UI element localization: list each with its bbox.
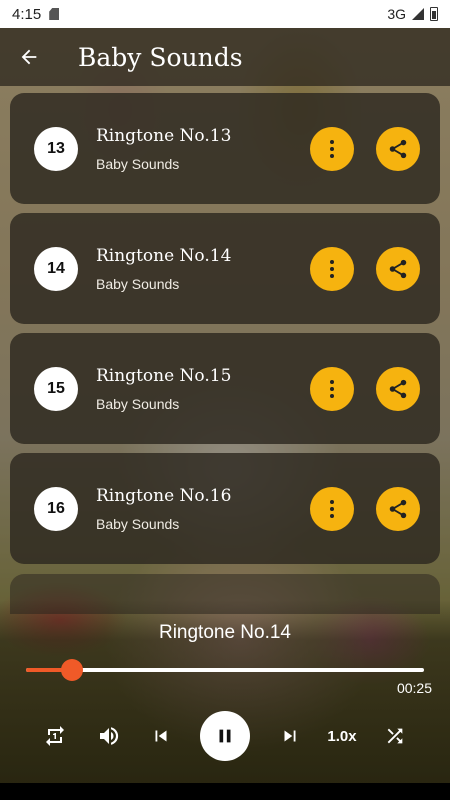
list-item[interactable]: 15 Ringtone No.15 Baby Sounds (10, 333, 440, 444)
page-title: Baby Sounds (78, 42, 243, 72)
list-item[interactable]: 13 Ringtone No.13 Baby Sounds (10, 93, 440, 204)
list-item[interactable]: 14 Ringtone No.14 Baby Sounds (10, 213, 440, 324)
more-vertical-icon (330, 379, 334, 398)
more-vertical-icon (330, 139, 334, 158)
more-button[interactable] (310, 126, 354, 171)
item-number: 16 (34, 486, 78, 531)
more-button[interactable] (310, 366, 354, 411)
item-number: 14 (34, 246, 78, 291)
more-vertical-icon (330, 259, 334, 278)
item-subtitle: Baby Sounds (96, 275, 180, 292)
previous-button[interactable] (146, 713, 176, 759)
list-item[interactable]: 16 Ringtone No.16 Baby Sounds (10, 453, 440, 564)
share-button[interactable] (376, 486, 420, 531)
share-button[interactable] (376, 366, 420, 411)
item-subtitle: Baby Sounds (96, 395, 180, 412)
duration-label: 00:25 (396, 680, 432, 696)
app-bar: Baby Sounds (0, 28, 450, 86)
player-controls: 1.0x (0, 711, 450, 761)
sd-card-icon (49, 8, 60, 20)
share-icon (389, 259, 407, 278)
playback-speed-button[interactable]: 1.0x (322, 713, 362, 759)
signal-icon (412, 8, 424, 20)
network-type: 3G (387, 6, 406, 22)
seek-bar-thumb[interactable] (60, 659, 83, 681)
volume-icon (100, 727, 119, 745)
ringtone-list: 13 Ringtone No.13 Baby Sounds 14 Rington… (10, 93, 440, 573)
back-button[interactable] (0, 28, 58, 86)
status-time: 4:15 (12, 5, 42, 23)
volume-button[interactable] (94, 713, 124, 759)
next-button[interactable] (275, 713, 305, 759)
skip-next-icon (284, 730, 296, 742)
item-title: Ringtone No.13 (96, 125, 232, 146)
more-button[interactable] (310, 246, 354, 291)
share-icon (389, 379, 407, 398)
share-button[interactable] (376, 246, 420, 291)
more-vertical-icon (330, 499, 334, 518)
audio-player: Ringtone No.14 00:25 1.0x (0, 600, 450, 800)
item-title: Ringtone No.15 (96, 365, 232, 386)
now-playing-title: Ringtone No.14 (158, 622, 292, 643)
share-icon (389, 139, 407, 158)
item-title: Ringtone No.14 (96, 245, 232, 266)
pause-icon (219, 729, 231, 743)
shuffle-button[interactable] (380, 713, 410, 759)
item-subtitle: Baby Sounds (96, 515, 180, 532)
repeat-button[interactable] (40, 713, 70, 759)
skip-previous-icon (155, 730, 167, 742)
item-number: 15 (34, 366, 78, 411)
item-number: 13 (34, 126, 78, 171)
system-nav-bar (0, 783, 450, 800)
item-subtitle: Baby Sounds (96, 155, 180, 172)
item-title: Ringtone No.16 (96, 485, 232, 506)
seek-bar[interactable] (26, 659, 424, 681)
share-icon (389, 499, 407, 518)
battery-icon (430, 7, 438, 21)
share-button[interactable] (376, 126, 420, 171)
pause-button[interactable] (200, 711, 250, 761)
status-bar: 4:15 3G (0, 0, 450, 28)
arrow-back-icon (21, 49, 37, 65)
repeat-one-icon (46, 726, 64, 746)
more-button[interactable] (310, 486, 354, 531)
shuffle-icon (387, 728, 403, 744)
